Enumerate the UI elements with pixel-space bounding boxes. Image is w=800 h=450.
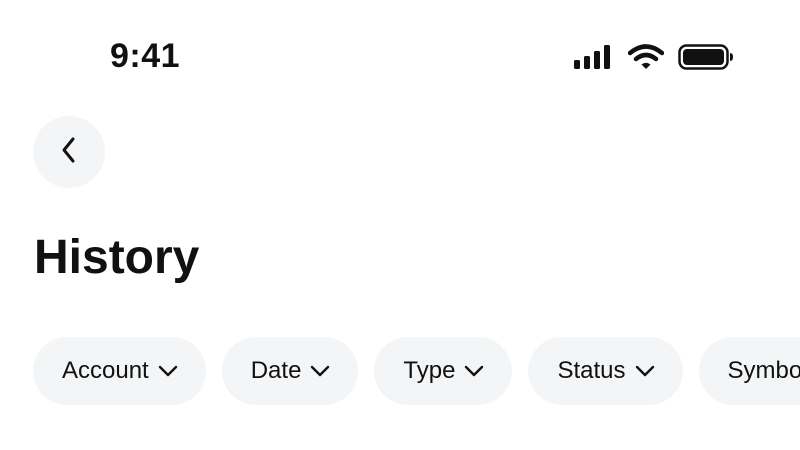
chevron-down-icon — [309, 364, 331, 378]
filter-chip-account[interactable]: Account — [33, 337, 206, 405]
filter-chips-row[interactable]: Account Date Type Status Symbol — [33, 337, 800, 405]
page-title: History — [34, 231, 200, 284]
status-bar: 9:41 — [0, 0, 800, 110]
chevron-left-icon — [59, 135, 79, 170]
cellular-signal-icon — [574, 45, 614, 69]
chevron-down-icon — [634, 364, 656, 378]
battery-icon — [678, 44, 734, 70]
filter-chip-date[interactable]: Date — [221, 337, 359, 405]
filter-chip-label: Type — [403, 357, 456, 384]
filter-chip-label: Date — [250, 357, 302, 384]
filter-chip-label: Status — [557, 357, 626, 384]
filter-chip-type[interactable]: Type — [374, 337, 513, 405]
filter-chip-label: Symbol — [727, 357, 800, 384]
status-icons — [574, 42, 734, 72]
chevron-down-icon — [463, 364, 485, 378]
filter-chip-label: Account — [62, 357, 149, 384]
filter-chip-status[interactable]: Status — [528, 337, 683, 405]
filter-chip-symbol[interactable]: Symbol — [698, 337, 800, 405]
back-button[interactable] — [33, 116, 105, 188]
status-time: 9:41 — [110, 37, 181, 75]
wifi-icon — [628, 44, 664, 70]
chevron-down-icon — [157, 364, 179, 378]
